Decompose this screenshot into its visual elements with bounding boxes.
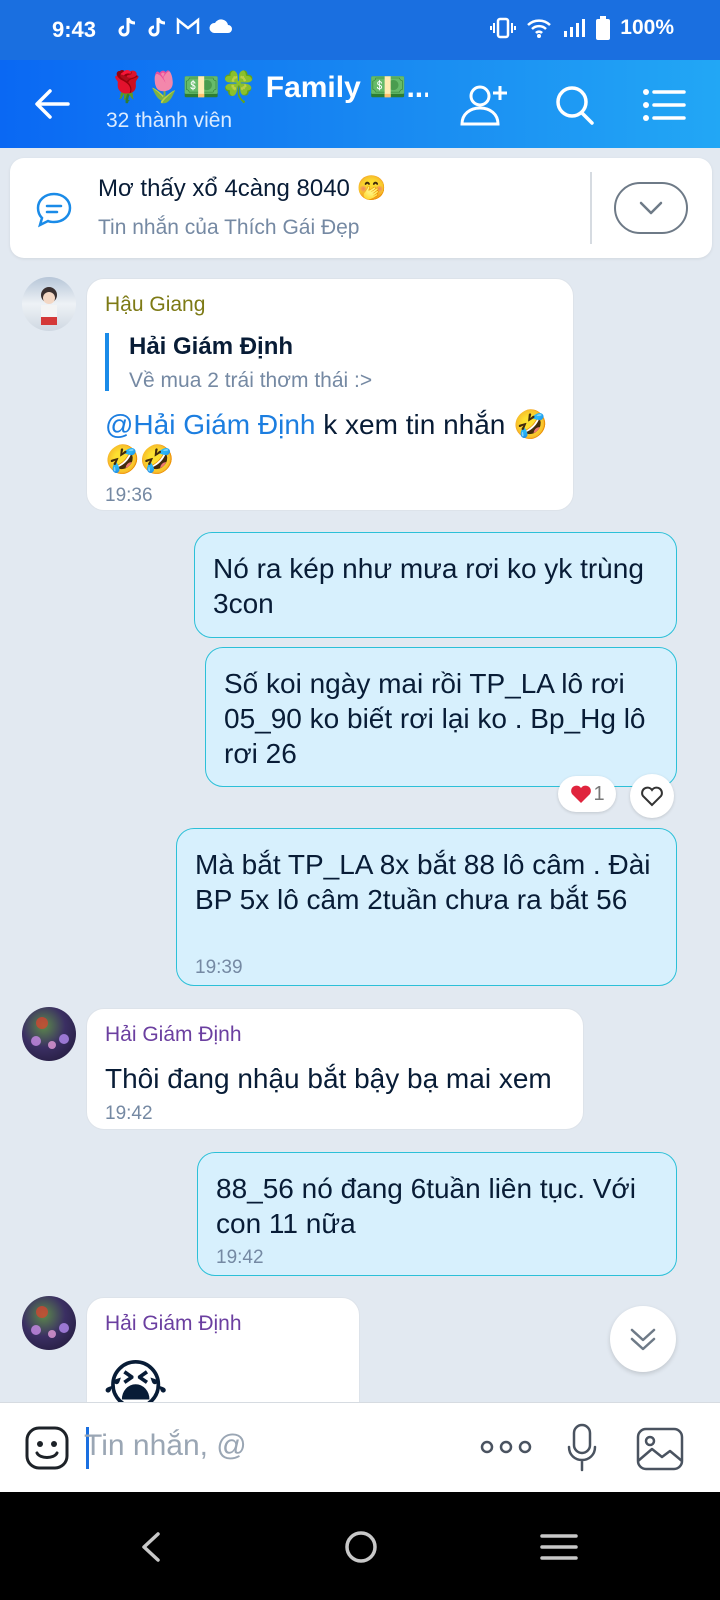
message-text: Số koi ngày mai rồi TP_LA lô rơi 05_90 k… [224, 668, 646, 769]
double-chevron-down-icon [630, 1328, 656, 1351]
message-list[interactable]: Hậu Giang Hải Giám Định Về mua 2 trái th… [0, 258, 720, 1428]
avatar[interactable] [22, 1007, 76, 1061]
nav-home-icon[interactable] [336, 1522, 386, 1572]
wifi-icon [527, 19, 552, 38]
message-text-part: k xem tin nhắn 🤣 [315, 409, 549, 440]
message-text: Mà bắt TP_LA 8x bắt 88 lô câm . Đài BP 5… [195, 849, 651, 915]
sticker-icon[interactable] [24, 1425, 70, 1471]
tiktok-icon [148, 17, 166, 37]
chat-header: 🌹🌷💵🍀 Family 💵... 32 thành viên [0, 60, 720, 148]
quote-text: Về mua 2 trái thơm thái :> [129, 369, 373, 392]
vibrate-icon [490, 17, 517, 39]
signal-icon [564, 19, 586, 37]
heart-outline-icon [641, 786, 663, 807]
message-bubble[interactable]: Hậu Giang Hải Giám Định Về mua 2 trái th… [86, 278, 574, 511]
gmail-icon [176, 17, 200, 34]
message-text-part: 🤣🤣 [105, 444, 175, 475]
sender-name[interactable]: Hậu Giang [105, 293, 205, 317]
scroll-to-bottom-button[interactable] [610, 1306, 676, 1372]
system-nav-bar [0, 1492, 720, 1600]
message-time: 19:36 [105, 485, 153, 506]
message-time: 19:42 [216, 1247, 264, 1268]
avatar-scene-icon [31, 1017, 69, 1049]
status-right: 100% [490, 16, 674, 40]
member-count[interactable]: 32 thành viên [106, 109, 232, 133]
battery-icon [596, 16, 611, 40]
more-options-icon[interactable] [480, 1437, 532, 1457]
message-bubble[interactable]: Mà bắt TP_LA 8x bắt 88 lô câm . Đài BP 5… [176, 828, 677, 986]
heart-filled-icon [571, 785, 592, 803]
avatar-child-icon [41, 287, 57, 325]
microphone-icon[interactable] [566, 1423, 598, 1473]
message-time: 19:39 [195, 957, 243, 978]
reaction-count: 1 [593, 782, 605, 805]
nav-back-icon[interactable] [126, 1522, 176, 1572]
react-button[interactable] [630, 774, 674, 818]
sender-name[interactable]: Hải Giám Định [105, 1023, 242, 1047]
nav-recents-icon[interactable] [534, 1522, 584, 1572]
pinned-author: Tin nhắn của Thích Gái Đẹp [98, 216, 360, 239]
pinned-text: Mơ thấy xổ 4càng 8040 🤭 [98, 175, 387, 202]
menu-list-icon[interactable] [636, 80, 692, 130]
chevron-down-icon [639, 201, 663, 215]
avatar-scene-icon [31, 1306, 69, 1338]
search-icon[interactable] [546, 80, 602, 130]
expand-pinned-button[interactable] [614, 182, 688, 234]
group-title[interactable]: 🌹🌷💵🍀 Family 💵... [108, 70, 428, 105]
status-time: 9:43 [52, 17, 97, 42]
back-arrow-icon[interactable] [30, 82, 74, 126]
status-bar: 9:43 100% [0, 0, 720, 60]
quote-author: Hải Giám Định [129, 333, 294, 360]
add-member-icon[interactable] [456, 80, 512, 130]
divider [590, 172, 592, 244]
message-text: @Hải Giám Định k xem tin nhắn 🤣 🤣🤣 [105, 407, 565, 477]
message-bubble[interactable]: Số koi ngày mai rồi TP_LA lô rơi 05_90 k… [205, 647, 677, 787]
message-input-bar: Tin nhắn, @ [0, 1402, 720, 1492]
avatar[interactable] [22, 277, 76, 331]
message-bubble[interactable]: Nó ra kép như mưa rơi ko yk trùng 3con [194, 532, 677, 638]
mention[interactable]: @Hải Giám Định [105, 409, 315, 440]
message-bubble[interactable]: Hải Giám Định Thôi đang nhậu bắt bậy bạ … [86, 1008, 584, 1130]
avatar[interactable] [22, 1296, 76, 1350]
message-text: 88_56 nó đang 6tuần liên tục. Với con 11… [216, 1173, 637, 1239]
tiktok-icon [118, 17, 136, 37]
message-input[interactable]: Tin nhắn, @ [84, 1429, 247, 1463]
image-icon[interactable] [636, 1427, 684, 1471]
quoted-message[interactable]: Hải Giám Định Về mua 2 trái thơm thái :> [105, 333, 373, 392]
notification-icons [116, 16, 234, 40]
chat-bubble-icon [36, 192, 72, 228]
message-text: Thôi đang nhậu bắt bậy bạ mai xem [105, 1063, 552, 1094]
reaction-badge[interactable]: 1 [558, 776, 616, 812]
message-text: Nó ra kép như mưa rơi ko yk trùng 3con [213, 553, 644, 619]
sender-name[interactable]: Hải Giám Định [105, 1312, 242, 1336]
cloud-icon [209, 19, 232, 33]
battery-level: 100% [620, 16, 674, 39]
pinned-message[interactable]: Mơ thấy xổ 4càng 8040 🤭 Tin nhắn của Thí… [10, 158, 712, 258]
message-bubble[interactable]: 88_56 nó đang 6tuần liên tục. Với con 11… [197, 1152, 677, 1276]
message-time: 19:42 [105, 1103, 153, 1124]
